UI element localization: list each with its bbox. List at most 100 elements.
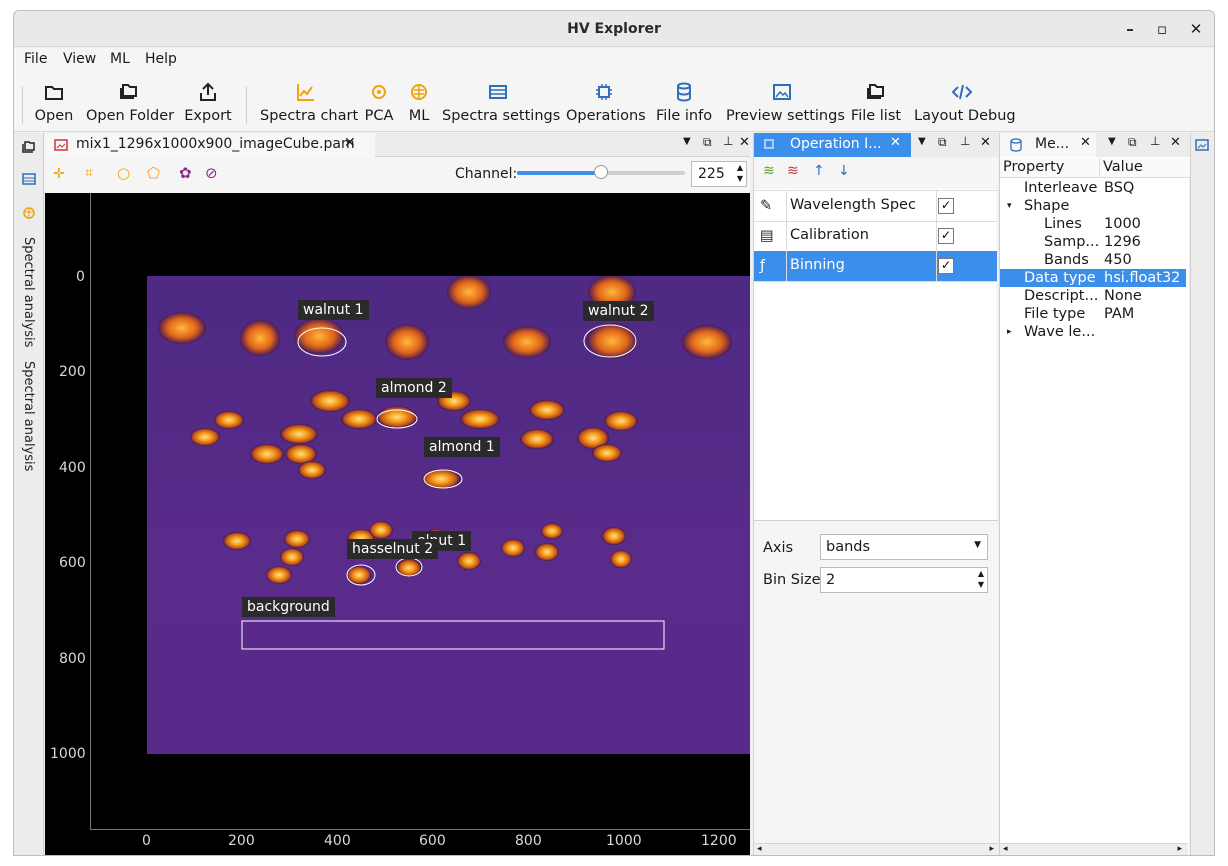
roi-label-almond-2[interactable]: almond 2 (376, 378, 452, 398)
pin-icon[interactable]: ⊥ (960, 134, 970, 148)
close-icon[interactable]: ✕ (1184, 17, 1208, 41)
operations-tab[interactable]: Operation I... ✕ (754, 133, 911, 157)
roi-label-walnut-1[interactable]: walnut 1 (298, 300, 369, 320)
spin-up-icon[interactable]: ▲ (978, 569, 984, 578)
tab-spectral-analysis-1[interactable]: Spectral analysis (21, 237, 36, 347)
menu-file[interactable]: File (24, 51, 47, 67)
operation-row-calibration[interactable]: ▤ Calibration ✓ (754, 221, 997, 252)
property-value: BSQ (1104, 180, 1135, 196)
minimize-icon[interactable]: – (1118, 17, 1142, 41)
ellipse-select-icon[interactable]: ○ (117, 164, 130, 182)
remove-layer-icon[interactable]: ≋ (787, 163, 799, 179)
horizontal-scrollbar[interactable]: ◂ ▸ (754, 843, 998, 855)
y-tick-label: 800 (59, 651, 86, 667)
x-axis-line (90, 829, 750, 830)
chevron-down-icon[interactable]: ▼ (918, 136, 926, 147)
column-header-property[interactable]: Property (1003, 159, 1064, 175)
arrow-up-icon[interactable]: ↑ (813, 163, 825, 179)
pca-button[interactable]: PCA (362, 80, 396, 124)
column-header-value[interactable]: Value (1103, 159, 1143, 175)
pin-icon[interactable]: ⊥ (1150, 134, 1160, 148)
chevron-down-icon: ▼ (974, 540, 981, 550)
crosshair-icon[interactable]: ✛ (53, 166, 65, 182)
rect-select-icon[interactable]: ⌗ (85, 165, 93, 181)
collapse-arrow-icon[interactable]: ▸ (1007, 327, 1012, 337)
close-panel-icon[interactable]: ✕ (1170, 135, 1181, 150)
close-panel-icon[interactable]: ✕ (739, 135, 750, 150)
file-list-label: File list (850, 108, 902, 124)
close-tab-icon[interactable]: ✕ (344, 135, 356, 151)
show-all-icon[interactable]: ✿ (179, 164, 192, 182)
spin-down-icon[interactable]: ▼ (737, 174, 743, 183)
close-tab-icon[interactable]: ✕ (890, 135, 901, 150)
file-list-icon[interactable] (21, 139, 37, 155)
bin-size-label: Bin Size (763, 572, 821, 588)
ml-button[interactable]: ML (404, 80, 434, 124)
arrow-down-icon[interactable]: ↓ (838, 163, 850, 179)
roi-label-almond-1[interactable]: almond 1 (424, 437, 500, 457)
axis-select[interactable]: bands ▼ (820, 534, 988, 560)
close-panel-icon[interactable]: ✕ (980, 135, 991, 150)
operation-checkbox[interactable]: ✓ (938, 198, 954, 214)
menu-ml[interactable]: ML (110, 51, 130, 67)
brain-icon[interactable] (21, 205, 37, 221)
image-file-icon (54, 139, 68, 151)
spectra-chart-button[interactable]: Spectra chart (260, 80, 358, 124)
scroll-right-icon[interactable]: ▸ (1177, 844, 1182, 854)
file-info-button[interactable]: File info (656, 80, 712, 124)
chevron-down-icon[interactable]: ▼ (1108, 136, 1116, 147)
y-tick-label: 600 (59, 555, 86, 571)
polygon-select-icon[interactable]: ⬠ (147, 164, 160, 182)
float-icon[interactable]: ⧉ (1128, 135, 1137, 150)
hide-all-icon[interactable]: ⊘ (205, 164, 218, 182)
scroll-left-icon[interactable]: ◂ (757, 844, 762, 854)
channel-slider[interactable] (517, 165, 685, 179)
operation-checkbox[interactable]: ✓ (938, 228, 954, 244)
table-icon[interactable] (21, 171, 37, 187)
chevron-down-icon[interactable]: ▼ (683, 136, 691, 147)
spin-down-icon[interactable]: ▼ (978, 580, 984, 589)
spin-up-icon[interactable]: ▲ (737, 163, 743, 172)
tab-spectral-analysis-2[interactable]: Spectral analysis (21, 361, 36, 471)
image-viewer-panel: mix1_1296x1000x900_imageCube.pam ✕ ▼ ⧉ ⊥… (45, 133, 750, 855)
float-icon[interactable]: ⧉ (938, 135, 947, 150)
layout-debug-button[interactable]: Layout Debug (914, 80, 1016, 124)
horizontal-scrollbar[interactable]: ◂ ▸ (1000, 843, 1188, 855)
pin-icon[interactable]: ⊥ (723, 134, 733, 148)
channel-spinbox[interactable]: 225 ▲ ▼ (691, 161, 747, 187)
metadata-tab[interactable]: Me... ✕ (1000, 133, 1096, 157)
roi-label-walnut-2[interactable]: walnut 2 (583, 301, 654, 321)
pca-icon (372, 85, 386, 99)
scroll-right-icon[interactable]: ▸ (989, 844, 994, 854)
open-folder-button[interactable]: Open Folder (86, 80, 174, 124)
export-button[interactable]: Export (184, 80, 232, 124)
hyperspectral-image[interactable] (147, 276, 750, 754)
preview-settings-button[interactable]: Preview settings (726, 80, 845, 124)
add-layer-icon[interactable]: ≋ (763, 163, 775, 179)
viewer-tab[interactable]: mix1_1296x1000x900_imageCube.pam ✕ (45, 133, 375, 157)
channel-slider-handle[interactable] (594, 165, 608, 179)
roi-label-hasselnut-2[interactable]: hasselnut 2 (347, 539, 439, 559)
open-label: Open (34, 108, 74, 124)
operation-checkbox[interactable]: ✓ (938, 258, 954, 274)
viewer-tab-title: mix1_1296x1000x900_imageCube.pam (76, 136, 355, 152)
menu-help[interactable]: Help (145, 51, 177, 67)
y-tick-label: 200 (59, 364, 86, 380)
expand-arrow-icon[interactable]: ▾ (1007, 201, 1012, 211)
float-icon[interactable]: ⧉ (703, 135, 712, 150)
scroll-left-icon[interactable]: ◂ (1003, 844, 1008, 854)
close-tab-icon[interactable]: ✕ (1080, 135, 1091, 150)
spectra-settings-button[interactable]: Spectra settings (442, 80, 560, 124)
open-button[interactable]: Open (34, 80, 74, 124)
menu-view[interactable]: View (63, 51, 96, 67)
operation-row-wavelength[interactable]: ✎ Wavelength Spec ✓ (754, 191, 997, 222)
roi-label-background[interactable]: background (242, 597, 335, 617)
metadata-header: Property Value (1000, 158, 1190, 178)
bin-size-spinbox[interactable]: 2 ▲ ▼ (820, 567, 988, 593)
image-icon[interactable] (1195, 138, 1209, 152)
operation-row-binning[interactable]: ƒ Binning ✓ (754, 251, 997, 282)
file-list-button[interactable]: File list (850, 80, 902, 124)
image-canvas[interactable]: walnut 1 walnut 2 almond 2 almond 1 elnu… (45, 193, 750, 855)
operations-button[interactable]: Operations (566, 80, 646, 124)
maximize-icon[interactable]: ▫ (1150, 17, 1174, 41)
